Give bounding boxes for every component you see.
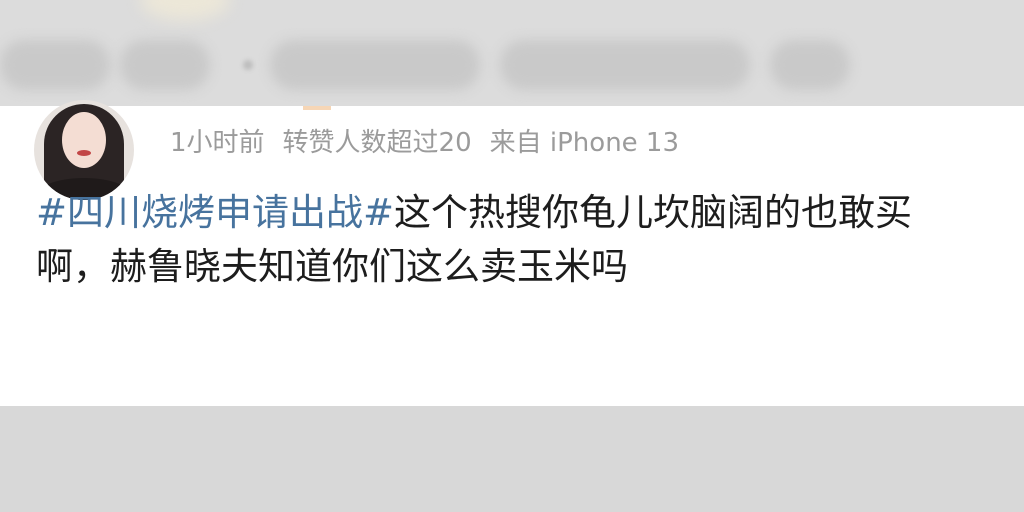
avatar-lips (77, 150, 91, 156)
blurred-element (120, 40, 210, 90)
badge-mark (303, 106, 331, 110)
bottom-background (0, 406, 1024, 512)
post-text-line2: 啊，赫鲁晓夫知道你们这么卖玉米吗 (36, 245, 628, 288)
blurred-highlight (140, 0, 230, 20)
blurred-element (500, 40, 750, 90)
blurred-element (770, 40, 850, 90)
avatar-face (62, 112, 106, 168)
repost-count: 转赞人数超过20 (282, 128, 472, 158)
post-text-line1: 这个热搜你龟儿坎脑阔的也敢买 (394, 191, 913, 234)
blurred-header-overlay (0, 0, 1024, 106)
avatar[interactable] (34, 100, 134, 200)
post-card[interactable]: 1小时前 转赞人数超过20 来自 iPhone 13 #四川烧烤申请出战#这个热… (0, 100, 1024, 406)
weibo-post-screenshot: 1小时前 转赞人数超过20 来自 iPhone 13 #四川烧烤申请出战#这个热… (0, 0, 1024, 512)
hashtag-link[interactable]: #四川烧烤申请出战# (36, 191, 394, 234)
post-body: #四川烧烤申请出战#这个热搜你龟儿坎脑阔的也敢买 啊，赫鲁晓夫知道你们这么卖玉米… (36, 186, 956, 294)
blurred-dot (243, 60, 253, 70)
post-source: 来自 iPhone 13 (489, 128, 680, 158)
post-time: 1小时前 (170, 128, 265, 158)
post-meta: 1小时前 转赞人数超过20 来自 iPhone 13 (170, 128, 679, 158)
blurred-element (0, 40, 110, 90)
blurred-element (270, 40, 480, 90)
